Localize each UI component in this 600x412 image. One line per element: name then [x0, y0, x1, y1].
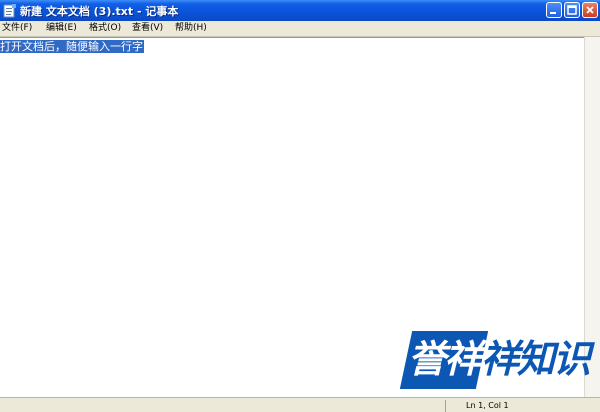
close-icon: [586, 6, 594, 14]
status-bar: Ln 1, Col 1: [0, 397, 600, 412]
menu-help[interactable]: 帮助(H): [175, 22, 207, 35]
minimize-icon: [550, 12, 556, 14]
watermark-text-2: 祥知识: [481, 337, 591, 381]
close-button[interactable]: [582, 2, 598, 18]
selected-text-line[interactable]: 打开文档后，随便输入一行字: [0, 40, 144, 53]
watermark-text-1: 誉祥: [408, 337, 482, 381]
menu-view[interactable]: 查看(V): [132, 22, 163, 35]
menu-format[interactable]: 格式(O): [89, 22, 121, 35]
minimize-button[interactable]: [546, 2, 562, 18]
watermark-logo: 誉祥 祥知识: [398, 329, 600, 393]
notepad-icon[interactable]: [3, 3, 17, 18]
maximize-icon: [567, 5, 577, 15]
notepad-window: 新建 文本文档 (3).txt - 记事本 文件(F) 编辑(E) 格式(O) …: [0, 0, 600, 412]
menu-file[interactable]: 文件(F): [2, 22, 32, 35]
menu-edit[interactable]: 编辑(E): [46, 22, 77, 35]
cursor-position: Ln 1, Col 1: [466, 401, 509, 410]
maximize-button[interactable]: [564, 2, 580, 18]
title-bar[interactable]: 新建 文本文档 (3).txt - 记事本: [0, 0, 600, 22]
menu-bar: 文件(F) 编辑(E) 格式(O) 查看(V) 帮助(H): [0, 21, 600, 37]
window-title: 新建 文本文档 (3).txt - 记事本: [20, 5, 179, 18]
